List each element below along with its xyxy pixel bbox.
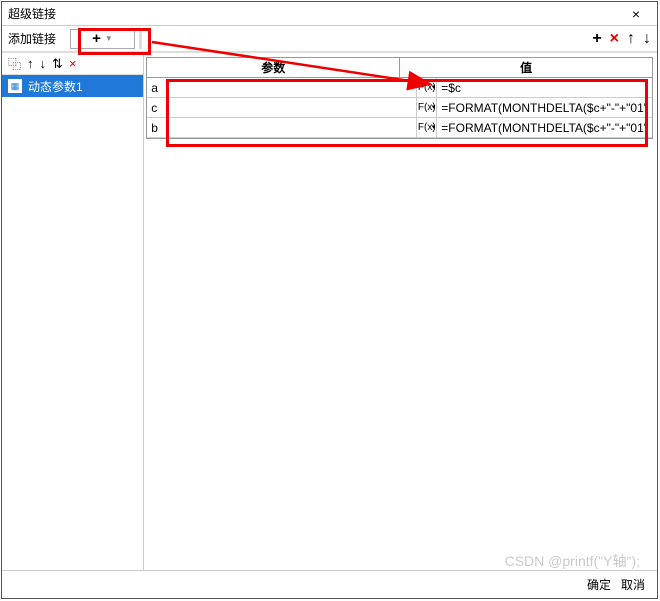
toolbar: 添加链接 + ▼ + × ↑ ↓ bbox=[2, 26, 657, 52]
table-row[interactable]: b F(x) =FORMAT(MONTHDELTA($c+"-"+"01" bbox=[147, 118, 652, 138]
cell-value[interactable]: =$c bbox=[437, 78, 652, 97]
delete-row-icon[interactable]: × bbox=[610, 30, 619, 48]
add-row-icon[interactable]: + bbox=[592, 30, 601, 48]
cell-value[interactable]: =FORMAT(MONTHDELTA($c+"-"+"01" bbox=[437, 98, 652, 117]
cell-value[interactable]: =FORMAT(MONTHDELTA($c+"-"+"01" bbox=[437, 118, 652, 137]
formula-button[interactable]: F(x) bbox=[417, 118, 437, 137]
list-item-label: 动态参数1 bbox=[28, 78, 83, 95]
list-item[interactable]: ▦ 动态参数1 bbox=[2, 75, 143, 97]
right-toolbar: + × ↑ ↓ bbox=[592, 30, 651, 48]
cell-param[interactable]: c bbox=[147, 98, 417, 117]
param-table: 参数 值 a F(x) =$c c F(x) =FORMAT(MONTHDELT… bbox=[146, 57, 653, 139]
header-value: 值 bbox=[400, 58, 652, 77]
up-icon[interactable]: ↑ bbox=[27, 56, 34, 71]
formula-button[interactable]: F(x) bbox=[417, 78, 437, 97]
add-link-button[interactable]: + ▼ bbox=[70, 29, 135, 49]
table-row[interactable]: a F(x) =$c bbox=[147, 78, 652, 98]
content-area: ⿻ ↑ ↓ ⇅ × ▦ 动态参数1 参数 值 a F(x) =$c bbox=[2, 52, 657, 570]
move-down-icon[interactable]: ↓ bbox=[643, 30, 651, 48]
left-pane: ⿻ ↑ ↓ ⇅ × ▦ 动态参数1 bbox=[2, 53, 144, 570]
nav-back-icon[interactable] bbox=[139, 29, 145, 49]
left-toolbar: ⿻ ↑ ↓ ⇅ × bbox=[2, 53, 143, 75]
sort-icon[interactable]: ⇅ bbox=[52, 56, 63, 72]
ok-button[interactable]: 确定 bbox=[587, 576, 611, 593]
cell-param[interactable]: b bbox=[147, 118, 417, 137]
formula-button[interactable]: F(x) bbox=[417, 98, 437, 117]
titlebar: 超级链接 × bbox=[2, 2, 657, 26]
plus-icon: + bbox=[92, 30, 101, 47]
down-icon[interactable]: ↓ bbox=[40, 56, 47, 71]
cancel-button[interactable]: 取消 bbox=[621, 576, 645, 593]
chevron-down-icon: ▼ bbox=[105, 34, 113, 43]
link-type-icon: ▦ bbox=[8, 79, 22, 93]
right-pane: 参数 值 a F(x) =$c c F(x) =FORMAT(MONTHDELT… bbox=[144, 53, 657, 570]
table-row[interactable]: c F(x) =FORMAT(MONTHDELTA($c+"-"+"01" bbox=[147, 98, 652, 118]
dialog-window: 超级链接 × 添加链接 + ▼ + × ↑ ↓ ⿻ ↑ ↓ ⇅ × ▦ bbox=[1, 1, 658, 599]
delete-icon[interactable]: × bbox=[69, 56, 77, 71]
footer: 确定 取消 bbox=[2, 570, 657, 598]
cell-param[interactable]: a bbox=[147, 78, 417, 97]
window-title: 超级链接 bbox=[8, 5, 621, 22]
header-param: 参数 bbox=[147, 58, 400, 77]
toolbar-label: 添加链接 bbox=[8, 30, 66, 47]
close-icon[interactable]: × bbox=[621, 6, 651, 22]
move-up-icon[interactable]: ↑ bbox=[627, 30, 635, 48]
copy-icon[interactable]: ⿻ bbox=[8, 54, 21, 73]
table-header: 参数 值 bbox=[147, 58, 652, 78]
